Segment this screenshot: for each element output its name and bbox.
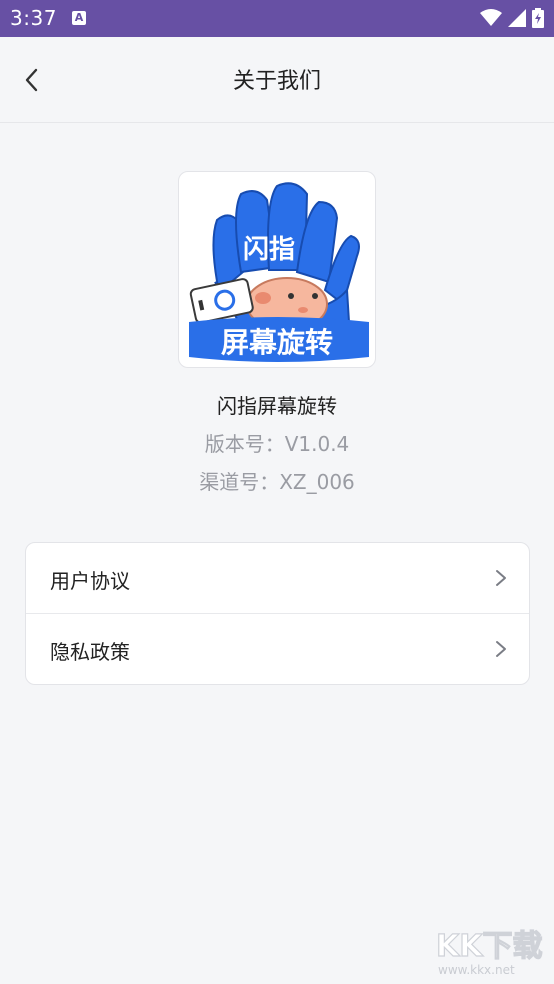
chevron-right-icon xyxy=(496,641,506,657)
menu-item-label: 隐私政策 xyxy=(50,640,130,664)
app-version: 版本号：V1.0.4 xyxy=(204,432,350,456)
logo-text-top: 闪指 xyxy=(243,235,295,265)
watermark: KK下载 www.kkx.net xyxy=(432,922,550,982)
page-title: 关于我们 xyxy=(232,69,321,94)
menu-item-label: 用户协议 xyxy=(50,569,130,593)
battery-icon xyxy=(532,8,544,28)
menu-item-user-agreement[interactable]: 用户协议 xyxy=(26,543,529,613)
app-channel: 渠道号：XZ_006 xyxy=(199,470,355,494)
notification-icon: A xyxy=(72,11,86,25)
watermark-url: www.kkx.net xyxy=(438,963,515,977)
status-time: 3:37 xyxy=(10,6,57,30)
chevron-right-icon xyxy=(496,570,506,586)
menu-item-privacy-policy[interactable]: 隐私政策 xyxy=(26,613,529,684)
app-name: 闪指屏幕旋转 xyxy=(217,394,337,418)
signal-icon xyxy=(508,9,526,27)
app-logo: 闪指 屏幕旋转 xyxy=(178,171,376,368)
app-header: 关于我们 xyxy=(0,37,554,123)
settings-menu: 用户协议 隐私政策 xyxy=(25,542,530,685)
status-icons xyxy=(480,8,544,28)
wifi-icon xyxy=(480,9,502,26)
watermark-brand: KK下载 xyxy=(436,929,543,964)
logo-text-bottom: 屏幕旋转 xyxy=(221,326,333,359)
status-bar: 3:37 A xyxy=(0,0,554,37)
